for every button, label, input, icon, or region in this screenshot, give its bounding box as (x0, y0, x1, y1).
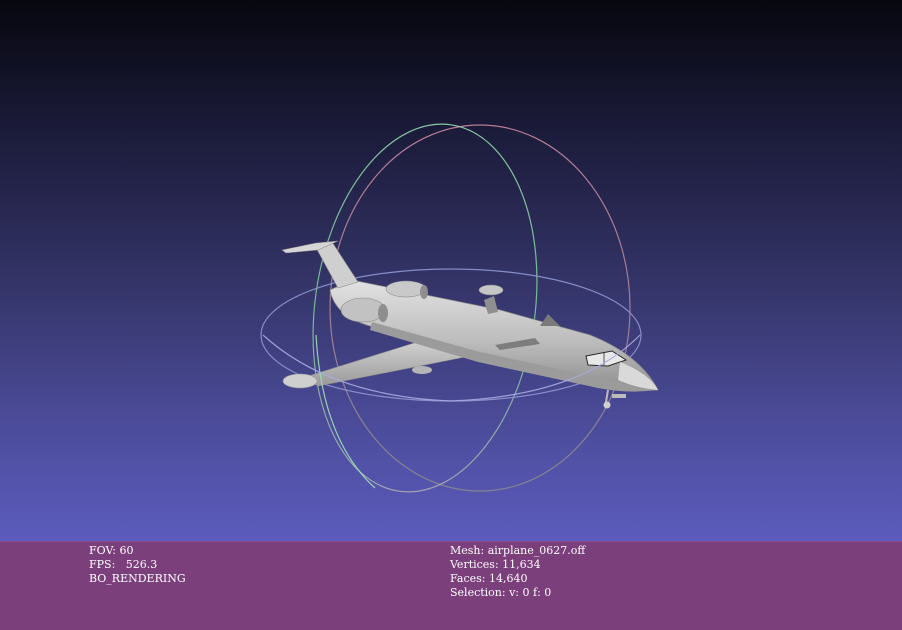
mesh-stats: Mesh: airplane_0627.off Vertices: 11,634… (450, 544, 585, 600)
scene-canvas[interactable] (0, 0, 902, 540)
dorsal-fin (540, 314, 560, 326)
selection-label: Selection: v: 0 f: 0 (450, 586, 552, 599)
render-stats: FOV: 60 FPS: 526.3 BO_RENDERING (89, 544, 186, 586)
nose-landing-gear (603, 389, 626, 409)
fov-label: FOV: 60 (89, 544, 134, 557)
vertices-count-label: Vertices: 11,634 (450, 558, 541, 571)
fps-label: FPS: 526.3 (89, 558, 158, 571)
faces-count-label: Faces: 14,640 (450, 572, 528, 585)
rendering-mode-label: BO_RENDERING (89, 572, 186, 585)
airplane-model[interactable] (281, 240, 659, 409)
mesh-name-label: Mesh: airplane_0627.off (450, 544, 586, 557)
underwing-pod (412, 366, 432, 374)
wingtip-pod (282, 373, 318, 389)
3d-viewport[interactable] (0, 0, 902, 629)
info-overlay-panel: FOV: 60 FPS: 526.3 BO_RENDERING Mesh: ai… (0, 541, 902, 630)
